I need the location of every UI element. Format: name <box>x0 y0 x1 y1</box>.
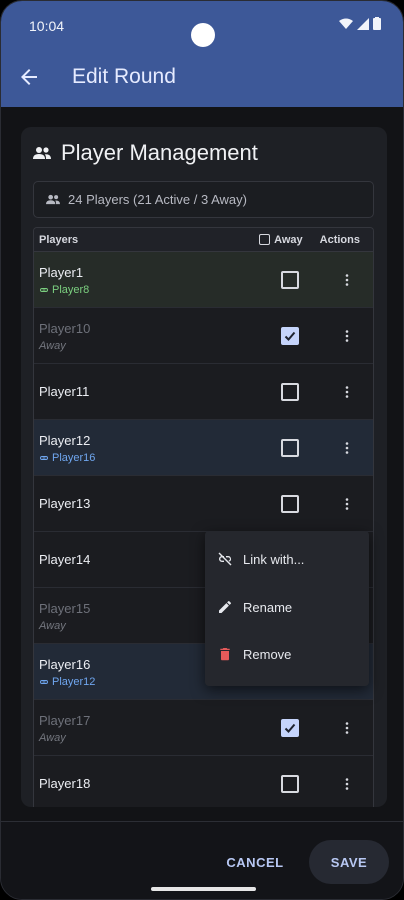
people-icon <box>33 147 51 159</box>
check-icon <box>284 723 296 733</box>
header-away: Away <box>259 234 303 246</box>
phone-screen: 10:04 Edit Round Player Management 24 Pl… <box>0 0 404 900</box>
section-header: Player Management <box>33 140 258 166</box>
player-summary: 24 Players (21 Active / 3 Away) <box>33 181 374 218</box>
more-vert-icon[interactable] <box>338 327 356 345</box>
back-arrow-icon[interactable] <box>17 65 41 89</box>
away-checkbox[interactable] <box>281 775 299 793</box>
table-row: Player12 Player16 <box>34 420 373 476</box>
menu-item-rename[interactable]: Rename <box>205 584 369 630</box>
away-label: Away <box>39 620 66 632</box>
away-checkbox[interactable] <box>281 383 299 401</box>
link-icon <box>40 680 48 684</box>
more-vert-icon[interactable] <box>338 719 356 737</box>
linked-player-name: Player8 <box>52 284 90 296</box>
link-icon <box>40 288 48 292</box>
row-context-menu: Link with... Rename Remove <box>205 531 369 686</box>
player-name: Player14 <box>39 552 91 567</box>
battery-icon <box>373 17 381 30</box>
check-icon <box>284 331 296 341</box>
menu-item-label: Link with... <box>243 551 305 567</box>
away-checkbox[interactable] <box>281 271 299 289</box>
linked-player-name: Player16 <box>52 452 96 464</box>
select-all-away-checkbox[interactable] <box>259 234 271 245</box>
table-row: Player17 Away <box>34 700 373 756</box>
player-name: Player12 <box>39 433 91 448</box>
player-name: Player17 <box>39 713 91 728</box>
save-button[interactable]: SAVE <box>309 840 389 884</box>
camera-cutout <box>191 23 215 47</box>
linked-player: Player8 <box>39 284 89 296</box>
away-checkbox[interactable] <box>281 719 299 737</box>
link-icon <box>40 456 48 460</box>
cancel-button[interactable]: CANCEL <box>215 840 295 884</box>
status-bar: 10:04 <box>1 11 403 47</box>
people-icon <box>46 194 60 205</box>
header-actions: Actions <box>319 233 360 246</box>
table-row: Player13 <box>34 476 373 532</box>
player-name: Player15 <box>39 601 91 616</box>
linked-player: Player16 <box>39 452 95 464</box>
home-indicator[interactable] <box>151 887 256 891</box>
away-checkbox[interactable] <box>281 439 299 457</box>
players-table: Players Away Actions Player1 Player8 Pla… <box>33 227 374 807</box>
away-label: Away <box>39 340 66 352</box>
header-players: Players <box>39 233 79 246</box>
more-vert-icon[interactable] <box>338 383 356 401</box>
player-name: Player18 <box>39 776 91 791</box>
header-away-label: Away <box>274 233 303 246</box>
player-name: Player16 <box>39 657 91 672</box>
player-name: Player11 <box>39 384 90 399</box>
status-time: 10:04 <box>29 18 65 34</box>
table-row: Player11 <box>34 364 373 420</box>
more-vert-icon[interactable] <box>338 271 356 289</box>
trash-icon <box>220 648 230 661</box>
player-management-card: Player Management 24 Players (21 Active … <box>21 127 387 807</box>
menu-item-remove[interactable]: Remove <box>205 631 369 677</box>
player-name: Player1 <box>39 265 84 280</box>
linked-player-name: Player12 <box>52 676 96 688</box>
wifi-icon <box>339 18 353 29</box>
status-icons <box>339 17 381 30</box>
table-row: Player10 Away <box>34 308 373 364</box>
more-vert-icon[interactable] <box>338 495 356 513</box>
menu-item-link-with[interactable]: Link with... <box>205 536 369 582</box>
table-header: Players Away Actions <box>34 228 373 252</box>
menu-item-label: Remove <box>243 646 292 662</box>
table-row: Player18 <box>34 756 373 807</box>
pencil-icon <box>219 600 232 613</box>
player-name: Player10 <box>39 321 91 336</box>
menu-item-label: Rename <box>243 599 293 615</box>
away-label: Away <box>39 732 66 744</box>
more-vert-icon[interactable] <box>338 775 356 793</box>
top-app-bar: 10:04 Edit Round <box>1 1 403 107</box>
table-row: Player1 Player8 <box>34 252 373 308</box>
away-checkbox[interactable] <box>281 327 299 345</box>
player-name: Player13 <box>39 496 91 511</box>
link-off-icon <box>218 552 232 566</box>
summary-text: 24 Players (21 Active / 3 Away) <box>68 192 247 207</box>
linked-player: Player12 <box>39 676 95 688</box>
more-vert-icon[interactable] <box>338 439 356 457</box>
page-title: Edit Round <box>72 65 176 88</box>
signal-icon <box>357 17 369 30</box>
section-title: Player Management <box>61 140 258 165</box>
away-checkbox[interactable] <box>281 495 299 513</box>
